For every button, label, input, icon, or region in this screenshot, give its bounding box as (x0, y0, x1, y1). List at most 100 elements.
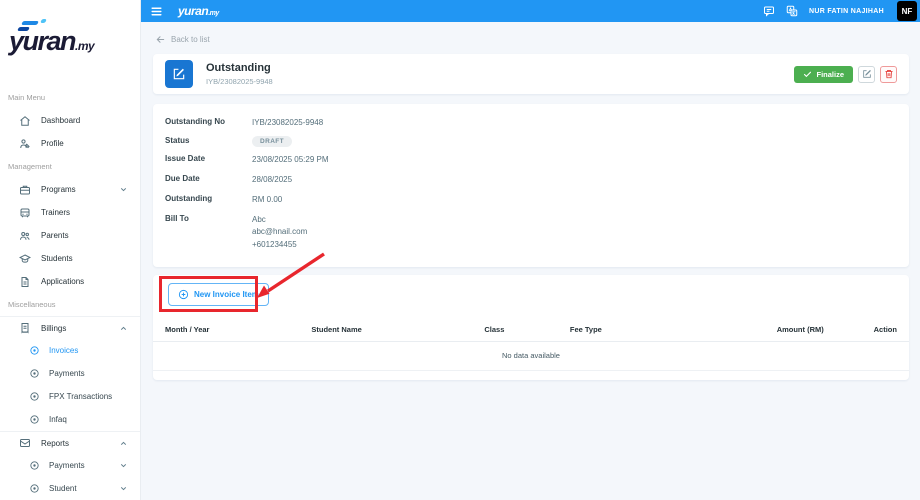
empty-table-message: No data available (153, 342, 909, 371)
logo-swoosh-icon (21, 21, 39, 25)
hamburger-menu-icon[interactable] (150, 5, 163, 18)
finalize-label: Finalize (816, 69, 844, 79)
main-content: Back to list Outstanding IYB/23082025-99… (141, 22, 920, 500)
sidebar-item-infaq[interactable]: Infaq (0, 408, 140, 431)
sidebar-item-label: Dashboard (41, 116, 81, 125)
sidebar-item-students[interactable]: Students (0, 247, 140, 270)
detail-row: Outstanding No IYB/23082025-9948 (165, 113, 897, 133)
detail-row: Bill To Abc abc@hnail.com +601234455 (165, 210, 897, 255)
radio-dot-icon (29, 460, 40, 471)
sidebar-item-reports-payments[interactable]: Payments (0, 454, 140, 477)
sidebar-item-programs[interactable]: Programs (0, 178, 140, 201)
radio-dot-icon (29, 345, 40, 356)
translate-icon[interactable] (786, 5, 798, 17)
person-edit-icon (19, 138, 31, 150)
bus-icon (19, 207, 31, 219)
finalize-button[interactable]: Finalize (794, 65, 853, 83)
sidebar-item-label: Reports (41, 438, 70, 448)
chat-icon[interactable] (763, 5, 775, 17)
invoice-items-card: New Invoice Item Month / Year Student Na… (153, 252, 909, 380)
sidebar-item-label: Infaq (49, 415, 67, 424)
radio-dot-icon (29, 414, 40, 425)
logo-swoosh-icon (40, 19, 47, 23)
invoice-title-card: Outstanding IYB/23082025-9948 Finalize (153, 54, 909, 94)
table-header-row: Month / Year Student Name Class Fee Type… (153, 319, 909, 342)
sidebar-item-trainers[interactable]: Trainers (0, 201, 140, 224)
sidebar-section-main-menu: Main Menu (8, 93, 46, 102)
sidebar-item-label: FPX Transactions (49, 392, 113, 401)
mail-report-icon (19, 437, 31, 449)
detail-row: Due Date 28/08/2025 (165, 171, 897, 191)
user-name: NUR FATIN NAJIHAH (809, 7, 884, 15)
briefcase-icon (19, 184, 31, 196)
sidebar-item-fpx-transactions[interactable]: FPX Transactions (0, 385, 140, 408)
sidebar-item-payments[interactable]: Payments (0, 362, 140, 385)
bill-to-email: abc@hnail.com (252, 227, 308, 237)
column-header: Fee Type (569, 324, 602, 334)
edit-button[interactable] (858, 65, 875, 83)
radio-dot-icon (29, 368, 40, 379)
avatar[interactable]: NF (897, 1, 917, 21)
app-logo: yuran.my (0, 0, 140, 86)
graduation-cap-icon (19, 253, 31, 265)
new-invoice-item-label: New Invoice Item (194, 289, 259, 299)
sidebar-item-label: Parents (41, 231, 69, 240)
new-invoice-item-button[interactable]: New Invoice Item (168, 282, 269, 306)
chevron-down-icon (119, 484, 128, 493)
people-icon (19, 230, 31, 242)
page-title: Outstanding (206, 62, 271, 74)
chevron-up-icon (119, 439, 128, 448)
sidebar-item-profile[interactable]: Profile (0, 132, 140, 155)
sidebar-item-label: Programs (41, 185, 76, 194)
delete-button[interactable] (880, 65, 897, 83)
radio-dot-icon (29, 391, 40, 402)
sidebar-item-label: Profile (41, 139, 64, 148)
detail-label: Bill To (165, 213, 189, 223)
sidebar-item-reports-student[interactable]: Student (0, 477, 140, 500)
invoice-items-table: Month / Year Student Name Class Fee Type… (153, 319, 909, 371)
radio-dot-icon (29, 483, 40, 494)
sidebar-item-label: Payments (49, 461, 85, 470)
column-header: Amount (RM) (776, 324, 824, 334)
sidebar-item-label: Billings (41, 323, 67, 333)
detail-value: 23/08/2025 05:29 PM (252, 155, 329, 165)
detail-row: Status DRAFT (165, 133, 897, 151)
topbar-brand: yuran.my (178, 4, 219, 18)
chevron-up-icon (119, 324, 128, 333)
detail-label: Status (165, 136, 190, 146)
sidebar-item-label: Student (49, 484, 77, 493)
bill-to-phone: +601234455 (252, 240, 297, 250)
column-header: Student Name (311, 324, 362, 334)
sidebar-item-label: Students (41, 254, 73, 263)
sidebar-item-reports[interactable]: Reports (0, 431, 140, 454)
back-to-list-label: Back to list (171, 35, 210, 44)
sidebar-item-label: Trainers (41, 208, 71, 217)
plus-circle-icon (178, 289, 189, 300)
sidebar: yuran.my Main Menu Dashboard Profile Man… (0, 0, 141, 500)
receipt-icon (19, 322, 31, 334)
document-icon (19, 276, 31, 288)
sidebar-item-billings[interactable]: Billings (0, 316, 140, 339)
detail-label: Outstanding No (165, 116, 225, 126)
detail-label: Issue Date (165, 154, 206, 164)
detail-value: 28/08/2025 (252, 175, 293, 185)
detail-label: Due Date (165, 174, 200, 184)
sidebar-item-dashboard[interactable]: Dashboard (0, 109, 140, 132)
back-to-list-link[interactable]: Back to list (141, 22, 920, 54)
sidebar-section-management: Management (8, 162, 52, 171)
chevron-down-icon (119, 461, 128, 470)
sidebar-item-applications[interactable]: Applications (0, 270, 140, 293)
bill-to-name: Abc (252, 214, 266, 224)
invoice-reference: IYB/23082025-9948 (206, 77, 273, 86)
bill-to-value: Abc abc@hnail.com +601234455 (252, 214, 307, 252)
sidebar-item-parents[interactable]: Parents (0, 224, 140, 247)
top-bar: yuran.my NUR FATIN NAJIHAH NF (141, 0, 920, 22)
logo-text: yuran.my (9, 26, 95, 56)
chevron-down-icon (119, 185, 128, 194)
column-header: Action (873, 324, 897, 334)
sidebar-item-label: Applications (41, 277, 85, 286)
check-icon (803, 70, 812, 79)
sidebar-item-invoices[interactable]: Invoices (0, 339, 140, 362)
detail-label: Outstanding (165, 193, 213, 203)
invoice-details-card: Outstanding No IYB/23082025-9948 Status … (153, 104, 909, 267)
